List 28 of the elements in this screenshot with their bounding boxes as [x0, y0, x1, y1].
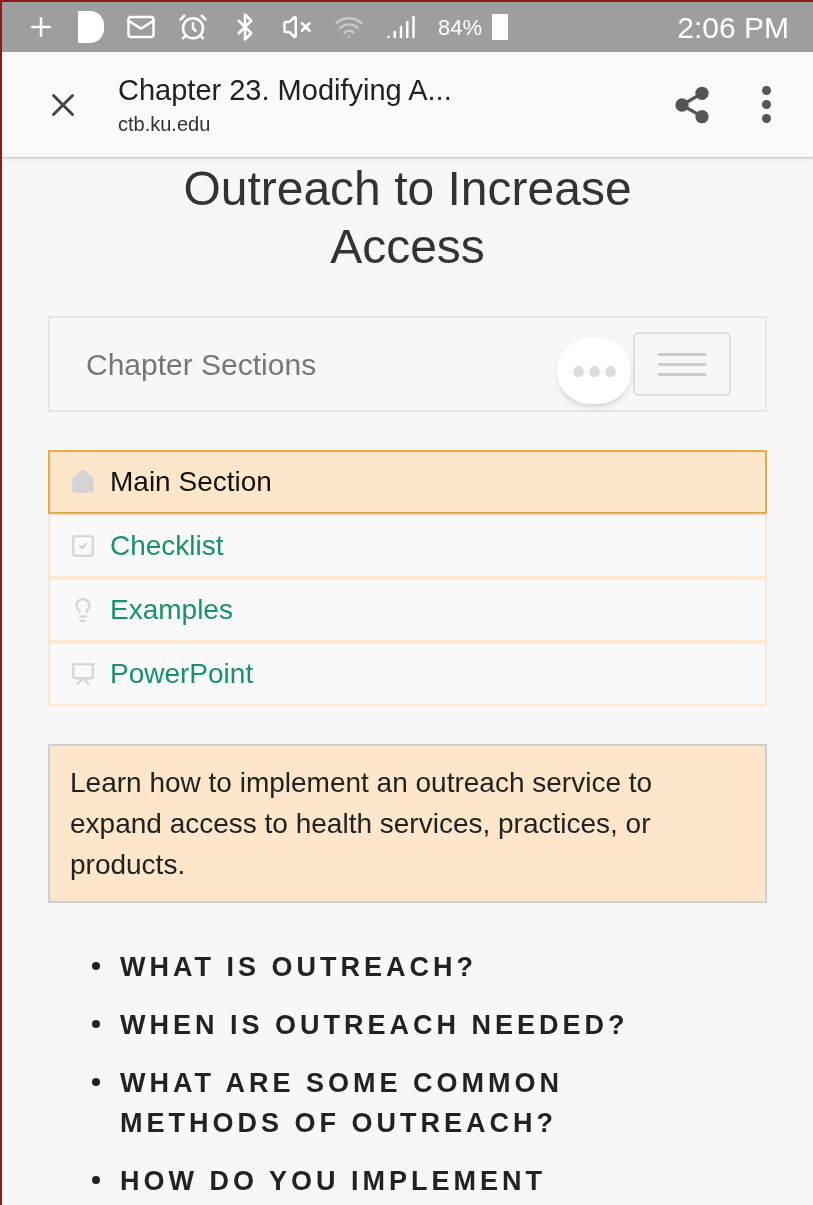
- presentation-icon: [70, 661, 96, 687]
- share-button[interactable]: [672, 84, 712, 125]
- clock: 2:06 PM: [677, 9, 789, 46]
- battery-level: 84%: [438, 13, 483, 42]
- topic-link[interactable]: WHAT ARE SOME COMMON METHODS OF OUTREACH?: [120, 1063, 707, 1143]
- topic-link[interactable]: WHEN IS OUTREACH NEEDED?: [120, 1005, 629, 1045]
- section-link[interactable]: PowerPoint: [48, 642, 767, 706]
- page-title: Outreach to Increase Access: [182, 161, 633, 275]
- topic-link[interactable]: HOW DO YOU IMPLEMENT: [120, 1161, 546, 1201]
- alarm-icon: [178, 12, 208, 42]
- home-icon: [70, 469, 96, 495]
- page-tab-title: Chapter 23. Modifying A...: [118, 72, 452, 108]
- bullet-icon: [92, 962, 100, 970]
- share-icon: [672, 84, 712, 125]
- section-link[interactable]: Checklist: [48, 514, 767, 578]
- more-options-icon: [762, 86, 771, 123]
- bullet-icon: [92, 1020, 100, 1028]
- chapter-sections-label: Chapter Sections: [86, 346, 317, 383]
- section-link[interactable]: Examples: [48, 578, 767, 642]
- bullet-icon: [92, 1078, 100, 1086]
- more-options-button[interactable]: [762, 86, 771, 123]
- section-link[interactable]: Main Section: [48, 450, 767, 514]
- page-url: ctb.ku.edu: [118, 111, 212, 137]
- checkbox-icon: [70, 533, 96, 559]
- summary-text: Learn how to implement an outreach service to expand access to health services, practices, or products.: [48, 744, 767, 903]
- topic-link[interactable]: WHAT IS OUTREACH?: [120, 947, 477, 987]
- bullet-icon: [92, 1176, 100, 1184]
- battery-icon: [492, 14, 509, 40]
